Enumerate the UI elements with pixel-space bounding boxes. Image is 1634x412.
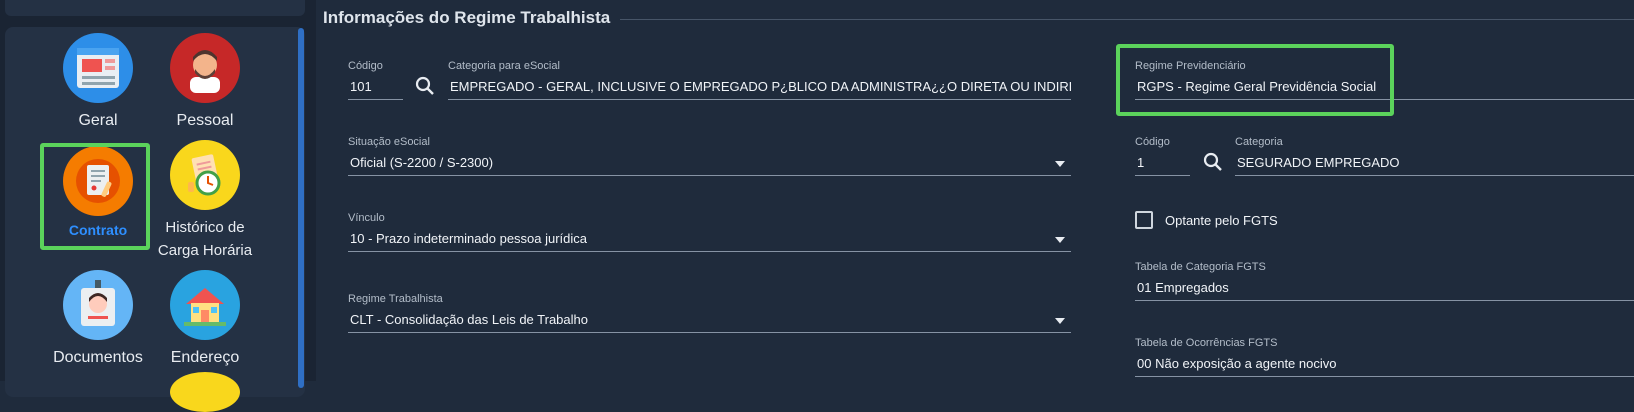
sidebar-item-historico-carga-horaria[interactable]: Histórico de Carga Horária (150, 140, 260, 262)
sidebar-item-label: Geral (78, 112, 118, 129)
tabela-ocorrencias-fgts-field[interactable]: Tabela de Ocorrências FGTS 00 Não exposi… (1135, 336, 1634, 377)
sidebar-item-label: Documentos (53, 349, 143, 366)
codigo-field[interactable]: Código 101 (348, 59, 403, 100)
tabela-categoria-fgts-input[interactable]: 01 Empregados (1135, 278, 1634, 301)
app-logo-panel (5, 0, 305, 16)
codigo-categoria-input[interactable]: 1 (1135, 153, 1190, 176)
highlight-contrato (40, 143, 150, 250)
categoria-esocial-label: Categoria para eSocial (448, 60, 560, 72)
regime-trabalhista-field[interactable]: Regime Trabalhista CLT - Consolidação da… (348, 292, 1071, 333)
codigo-label: Código (348, 60, 383, 72)
codigo-input[interactable]: 101 (348, 77, 403, 100)
categoria-label: Categoria (1235, 136, 1283, 148)
situacao-esocial-label: Situação eSocial (348, 136, 430, 148)
sidebar-item-label: Histórico de Carga Horária (157, 219, 253, 259)
vinculo-select[interactable]: 10 - Prazo indeterminado pessoa jurídica (348, 229, 1071, 252)
house-icon (170, 270, 240, 340)
chevron-down-icon[interactable] (1055, 161, 1065, 167)
sidebar-item-label: Pessoal (176, 112, 234, 129)
categoria-esocial-input[interactable]: EMPREGADO - GERAL, INCLUSIVE O EMPREGADO… (448, 77, 1071, 100)
categoria-esocial-field[interactable]: Categoria para eSocial EMPREGADO - GERAL… (448, 59, 1071, 100)
codigo-categoria-label: Código (1135, 136, 1170, 148)
optante-fgts-checkbox[interactable] (1135, 211, 1153, 229)
vinculo-field[interactable]: Vínculo 10 - Prazo indeterminado pessoa … (348, 211, 1071, 252)
clock-calendar-icon (170, 140, 240, 210)
regime-trabalhista-value: CLT - Consolidação das Leis de Trabalho (350, 312, 588, 327)
sidebar-scrollbar[interactable] (298, 28, 304, 388)
person-avatar-icon (170, 33, 240, 103)
chevron-down-icon[interactable] (1055, 237, 1065, 243)
categoria-field[interactable]: Categoria SEGURADO EMPREGADO (1235, 135, 1634, 176)
sidebar-item-endereco[interactable]: Endereço (150, 270, 260, 370)
situacao-esocial-field[interactable]: Situação eSocial Oficial (S-2200 / S-230… (348, 135, 1071, 176)
vinculo-value: 10 - Prazo indeterminado pessoa jurídica (350, 231, 588, 246)
tabela-ocorrencias-fgts-input[interactable]: 00 Não exposição a agente nocivo (1135, 354, 1634, 377)
highlight-regime-previdenciario (1116, 44, 1394, 116)
regime-trabalhista-label: Regime Trabalhista (348, 293, 443, 305)
section-divider (620, 19, 1634, 20)
optante-fgts-label: Optante pelo FGTS (1165, 213, 1278, 228)
search-icon[interactable] (414, 75, 436, 102)
situacao-esocial-select[interactable]: Oficial (S-2200 / S-2300) (348, 153, 1071, 176)
codigo-categoria-field[interactable]: Código 1 (1135, 135, 1190, 176)
tabela-categoria-fgts-field[interactable]: Tabela de Categoria FGTS 01 Empregados (1135, 260, 1634, 301)
chevron-down-icon[interactable] (1055, 318, 1065, 324)
section-title: Informações do Regime Trabalhista (323, 8, 611, 27)
categoria-input[interactable]: SEGURADO EMPREGADO (1235, 153, 1634, 176)
tabela-ocorrencias-fgts-label: Tabela de Ocorrências FGTS (1135, 337, 1278, 349)
regime-trabalhista-select[interactable]: CLT - Consolidação das Leis de Trabalho (348, 310, 1071, 333)
vinculo-label: Vínculo (348, 212, 385, 224)
sidebar-item-label: Endereço (170, 349, 240, 366)
browser-window-icon (63, 33, 133, 103)
sidebar-item-pessoal[interactable]: Pessoal (150, 33, 260, 133)
search-icon[interactable] (1202, 151, 1224, 178)
sidebar-item-partial-icon[interactable] (170, 372, 240, 412)
sidebar-item-geral[interactable]: Geral (43, 33, 153, 133)
id-badge-icon (63, 270, 133, 340)
tabela-categoria-fgts-label: Tabela de Categoria FGTS (1135, 261, 1266, 273)
situacao-esocial-value: Oficial (S-2200 / S-2300) (350, 155, 494, 170)
sidebar-item-documentos[interactable]: Documentos (43, 270, 153, 370)
